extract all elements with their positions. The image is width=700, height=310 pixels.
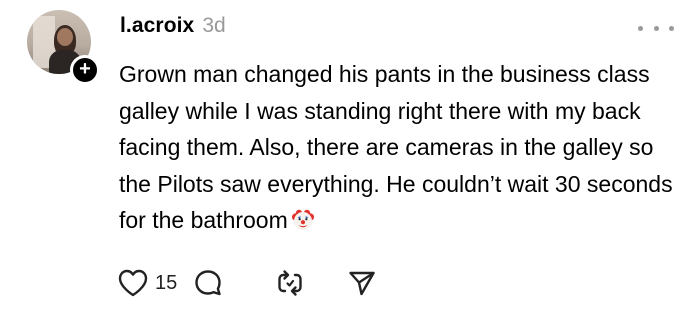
comment-button[interactable] [193, 268, 275, 298]
comment-icon [193, 268, 223, 298]
more-options-button[interactable] [638, 18, 674, 38]
post-body: Grown man changed his pants in the busin… [119, 56, 689, 239]
timestamp: 3d [202, 14, 226, 37]
repost-icon [275, 268, 305, 298]
like-button[interactable]: 15 [117, 268, 193, 298]
username[interactable]: l.acroix [120, 14, 194, 38]
more-horizontal-icon-dot [669, 25, 674, 31]
clown-face-icon [291, 206, 315, 230]
repost-button[interactable] [275, 268, 347, 298]
avatar-photo-face [57, 28, 73, 46]
like-count: 15 [155, 271, 178, 294]
share-icon [347, 268, 377, 298]
thread-post: + l.acroix 3d Grown man changed his pant… [0, 0, 700, 310]
post-text: Grown man changed his pants in the busin… [119, 61, 673, 233]
more-horizontal-icon-dot [653, 25, 659, 31]
heart-icon [117, 268, 149, 298]
follow-button[interactable]: + [70, 55, 100, 85]
avatar-container[interactable]: + [27, 10, 100, 85]
post-header: l.acroix 3d [120, 14, 226, 46]
share-button[interactable] [347, 268, 387, 298]
post-actions: 15 [117, 265, 387, 301]
more-horizontal-icon [638, 25, 643, 31]
